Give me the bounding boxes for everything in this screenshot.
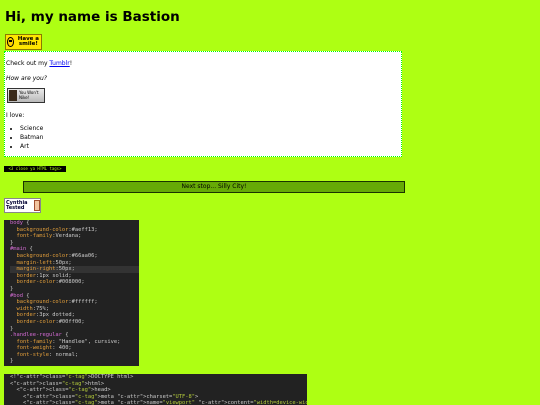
code-line: margin-right:50px; bbox=[10, 266, 139, 273]
code-line: } bbox=[10, 239, 14, 246]
list-item: Art bbox=[20, 142, 43, 151]
list-item: Science bbox=[20, 124, 43, 133]
html-tags-badge: <3 close ya HTML tags> bbox=[4, 166, 66, 172]
code-line: <!"c-attr">class="c-tag">DOCTYPE html> bbox=[10, 374, 134, 380]
code-line: #main { bbox=[10, 246, 33, 253]
code-line: <"c-attr">class="c-tag">meta "c-attr">ch… bbox=[10, 393, 199, 400]
code-line: #bod { bbox=[10, 292, 30, 299]
code-line: margin-left:50px; bbox=[10, 259, 72, 266]
nike-badge: You Won't Nike! bbox=[7, 88, 45, 103]
code-line: font-weight: 400; bbox=[10, 345, 72, 352]
nike-badge-image bbox=[9, 90, 18, 101]
code-line: border:3px dotted; bbox=[10, 312, 75, 319]
next-stop-link[interactable]: Next stop... Silly City! bbox=[23, 181, 405, 193]
cynthia-badge-label: Cynthia Tested bbox=[6, 199, 28, 211]
love-list: Science Batman Art bbox=[20, 124, 43, 151]
tumblr-line: Check out my Tumblr! bbox=[6, 60, 72, 67]
code-line: border-color:#00ff00; bbox=[10, 318, 85, 325]
code-line: border-color:#008000; bbox=[10, 279, 85, 286]
code-line: <"c-attr">class="c-tag">head> bbox=[10, 387, 111, 394]
tumblr-link[interactable]: Tumblr bbox=[49, 60, 69, 67]
smile-badge: Have a smile! bbox=[5, 34, 42, 50]
code-line: .handlee-regular { bbox=[10, 332, 69, 339]
cynthia-face-icon bbox=[33, 200, 40, 211]
love-intro: I love: bbox=[6, 112, 25, 119]
code-line: } bbox=[10, 325, 14, 332]
nike-badge-label: You Won't Nike! bbox=[19, 90, 39, 100]
code-line: } bbox=[10, 285, 14, 292]
bod-box: Check out my Tumblr! How are you? You Wo… bbox=[4, 51, 402, 157]
smiley-face-icon bbox=[7, 37, 14, 47]
list-item: Batman bbox=[20, 133, 43, 142]
code-line: <"c-attr">class="c-tag">meta "c-attr">na… bbox=[10, 400, 307, 405]
code-line: background-color:#ffffff; bbox=[10, 299, 98, 306]
page-title: Hi, my name is Bastion bbox=[5, 9, 180, 25]
how-are-you-text: How are you? bbox=[6, 75, 47, 82]
code-line: background-color:#66aa06; bbox=[10, 252, 98, 259]
code-line: body { bbox=[10, 220, 30, 226]
smile-badge-label: Have a smile! bbox=[17, 35, 40, 47]
tumblr-prefix: Check out my bbox=[6, 60, 50, 67]
code-line: <"c-attr">class="c-tag">html> bbox=[10, 380, 105, 387]
code-line: } bbox=[10, 358, 14, 365]
code-line: width:75%; bbox=[10, 305, 49, 312]
css-code-block: body { background-color:#aeff13; font-fa… bbox=[4, 220, 139, 366]
code-line: border:1px solid; bbox=[10, 272, 72, 279]
code-line: font-style: normal; bbox=[10, 351, 79, 358]
tumblr-suffix: ! bbox=[69, 60, 73, 67]
cynthia-tested-badge: Cynthia Tested bbox=[4, 198, 41, 213]
code-line: font-family: "Handlee", cursive; bbox=[10, 338, 121, 345]
html-code-block: <!"c-attr">class="c-tag">DOCTYPE html> <"… bbox=[4, 374, 307, 405]
code-line: background-color:#aeff13; bbox=[10, 226, 98, 233]
code-line: font-family:Verdana; bbox=[10, 233, 82, 240]
